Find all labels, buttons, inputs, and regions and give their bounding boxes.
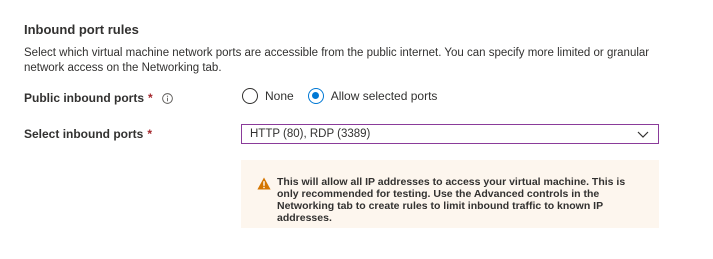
radio-button-none[interactable] xyxy=(242,88,258,104)
required-asterisk: * xyxy=(148,91,153,105)
warning-icon xyxy=(257,177,271,190)
chevron-down-icon[interactable] xyxy=(637,129,649,139)
section-description: Select which virtual machine network por… xyxy=(24,47,650,74)
public-inbound-ports-label: Public inbound ports * xyxy=(24,91,173,105)
warning-text: This will allow all IP addresses to acce… xyxy=(277,176,626,224)
public-inbound-ports-label-text: Public inbound ports xyxy=(24,91,144,105)
radio-option-allow-selected-ports[interactable]: Allow selected ports xyxy=(307,88,438,104)
select-inbound-ports-dropdown[interactable]: HTTP (80), RDP (3389) xyxy=(241,124,659,144)
section-title: Inbound port rules xyxy=(24,22,139,37)
radio-label-none[interactable]: None xyxy=(265,89,294,103)
required-asterisk: * xyxy=(147,127,153,141)
public-inbound-ports-radio-group: None Allow selected ports xyxy=(242,88,451,104)
warning-message-box: This will allow all IP addresses to acce… xyxy=(241,160,659,228)
radio-button-allow-selected-ports[interactable] xyxy=(307,88,324,104)
select-inbound-ports-label-text: Select inbound ports xyxy=(24,127,144,141)
select-inbound-ports-label: Select inbound ports * xyxy=(24,127,152,141)
radio-option-none[interactable]: None xyxy=(242,88,294,104)
info-icon[interactable] xyxy=(161,92,173,104)
radio-label-allow-selected-ports[interactable]: Allow selected ports xyxy=(331,89,438,103)
select-inbound-ports-value: HTTP (80), RDP (3389) xyxy=(250,128,371,140)
